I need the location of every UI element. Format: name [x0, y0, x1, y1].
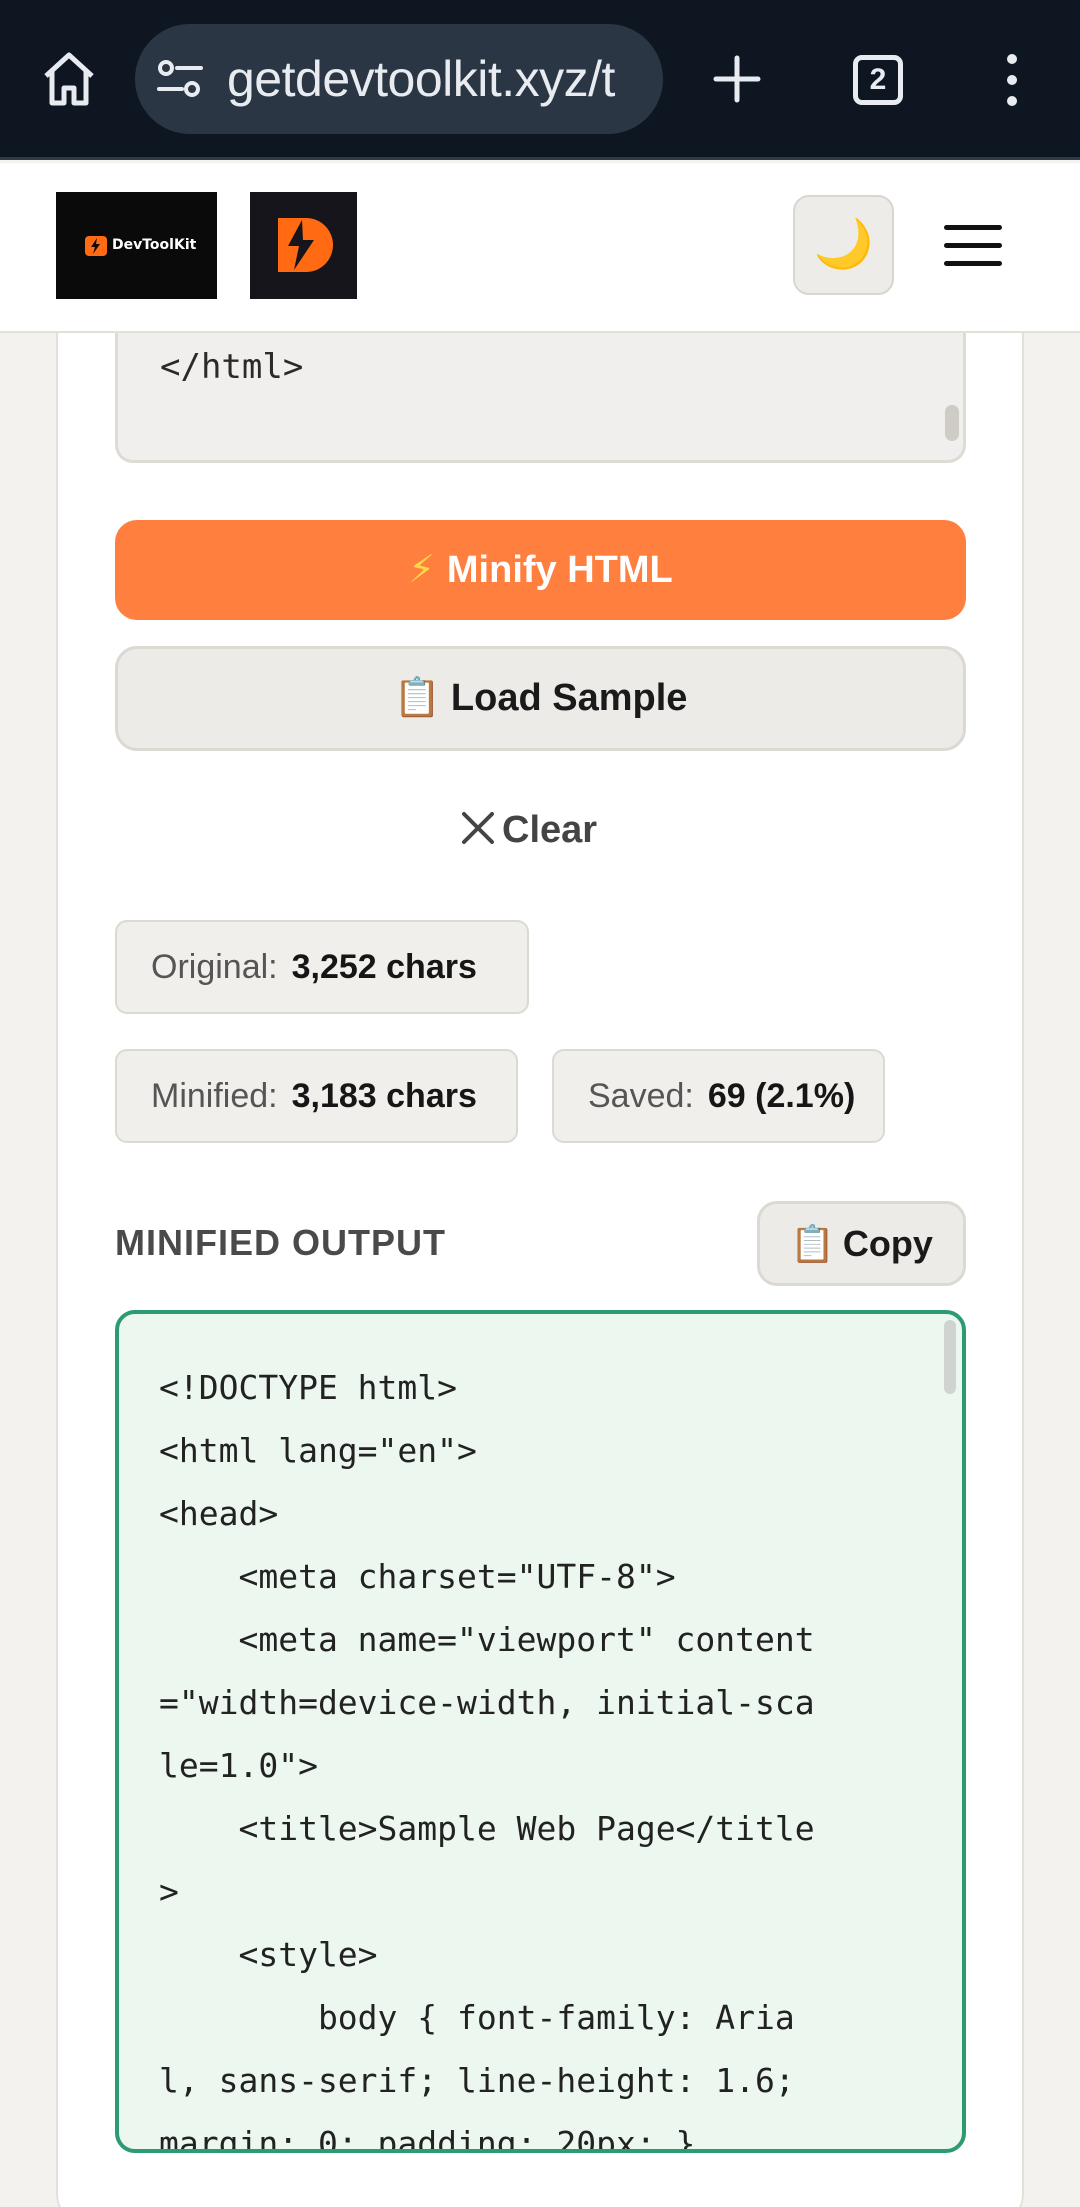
input-code: </html>: [160, 347, 304, 387]
menu-icon[interactable]: [944, 225, 1002, 267]
clear-label: Clear: [502, 809, 598, 851]
stat-label: Minified:: [151, 1077, 278, 1115]
site-settings-icon[interactable]: [157, 58, 203, 100]
logo[interactable]: DevToolKit: [56, 192, 217, 299]
logo-text: DevToolKit: [112, 237, 197, 253]
stat-label: Original:: [151, 948, 278, 986]
scrollbar[interactable]: [944, 1320, 956, 1394]
stat-label: Saved:: [588, 1077, 694, 1115]
stat-value: 69 (2.1%): [707, 1077, 856, 1115]
output-code: <!DOCTYPE html> <html lang="en"> <head> …: [159, 1368, 815, 2153]
stat-original: Original: 3,252 chars: [115, 920, 529, 1014]
copy-label: Copy: [842, 1223, 933, 1264]
browser-toolbar: getdevtoolkit.xyz/t 2: [0, 0, 1080, 160]
close-icon: [462, 812, 494, 844]
moon-icon: 🌙: [813, 218, 874, 271]
logo-bolt-icon: [85, 236, 107, 256]
minify-button[interactable]: ⚡ Minify HTML: [115, 520, 966, 620]
minified-output-textarea[interactable]: <!DOCTYPE html> <html lang="en"> <head> …: [115, 1310, 966, 2153]
home-icon[interactable]: [38, 48, 100, 110]
output-title: MINIFIED OUTPUT: [115, 1222, 446, 1263]
logo-bolt-icon: [278, 218, 333, 272]
minify-label: Minify HTML: [446, 549, 673, 591]
tab-switcher-icon[interactable]: 2: [853, 55, 903, 105]
clipboard-icon: 📋: [790, 1223, 835, 1264]
html-input-textarea[interactable]: </html>: [115, 333, 966, 463]
stat-minified: Minified: 3,183 chars: [115, 1049, 518, 1143]
lightning-icon: ⚡: [408, 549, 435, 591]
stat-value: 3,252 chars: [291, 948, 477, 986]
new-tab-icon[interactable]: [712, 54, 762, 104]
theme-toggle-button[interactable]: 🌙: [793, 195, 894, 295]
load-sample-label: Load Sample: [450, 677, 688, 719]
stat-saved: Saved: 69 (2.1%): [552, 1049, 885, 1143]
logo-icon[interactable]: [250, 192, 357, 299]
address-bar[interactable]: getdevtoolkit.xyz/t: [135, 24, 663, 134]
more-icon[interactable]: [999, 52, 1025, 108]
copy-button[interactable]: 📋 Copy: [757, 1201, 966, 1286]
scrollbar[interactable]: [945, 405, 959, 441]
clear-button[interactable]: Clear: [460, 800, 620, 860]
load-sample-button[interactable]: 📋 Load Sample: [115, 646, 966, 751]
stat-value: 3,183 chars: [291, 1077, 477, 1115]
clipboard-icon: 📋: [393, 677, 441, 719]
site-header: DevToolKit 🌙: [0, 163, 1080, 333]
url-text[interactable]: getdevtoolkit.xyz/t: [227, 50, 615, 108]
